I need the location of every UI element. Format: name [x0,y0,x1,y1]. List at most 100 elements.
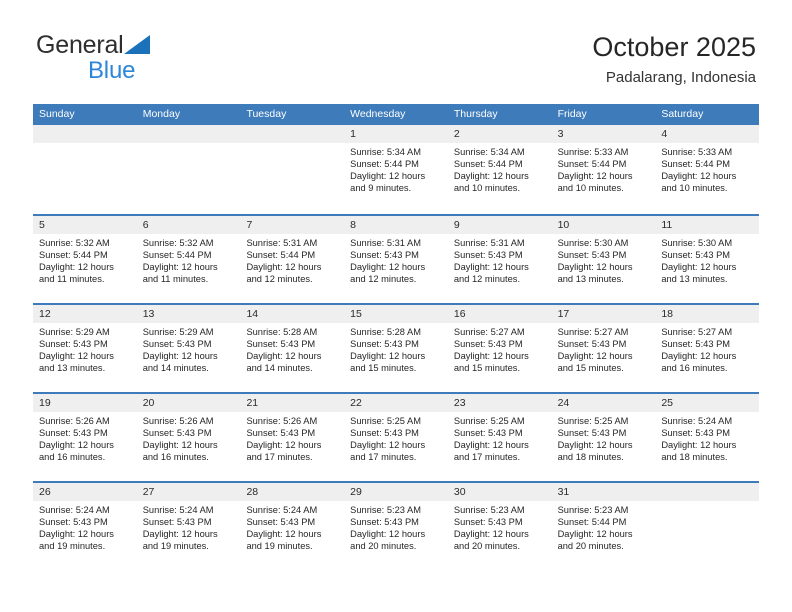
day-info-line: and 19 minutes. [246,540,313,551]
brand-triangle-icon [123,35,150,54]
brand-logo[interactable]: General Blue [36,32,276,83]
day-number: 2 [447,125,552,143]
day-info-line: Daylight: 12 hours [661,439,737,450]
day-info-line: Sunset: 5:43 PM [453,249,523,260]
day-info-line: Sunrise: 5:25 AM [453,416,525,426]
day-sun-info: Sunrise: 5:31 AM Sunset: 5:44 PM Daylight:… [240,234,344,286]
day-info-line: Sunrise: 5:24 AM [246,505,318,515]
day-info-line: Sunset: 5:43 PM [350,249,419,260]
calendar-day-cell[interactable]: 8 Sunrise: 5:31 AM Sunset: 5:43 PM Daylight… [344,216,448,303]
calendar-day-cell[interactable]: 5 Sunrise: 5:32 AM Sunset: 5:44 PM Daylight… [33,216,137,303]
day-info-line: Daylight: 12 hours [661,350,737,361]
calendar-day-cell[interactable]: 22 Sunrise: 5:25 AM Sunset: 5:43 PM Dayligh… [344,394,448,481]
day-number: 3 [551,125,656,143]
day-info-line: Daylight: 12 hours [453,170,529,181]
calendar-day-cell[interactable]: 17 Sunrise: 5:27 AM Sunset: 5:43 PM Dayligh… [551,305,656,392]
calendar-day-cell[interactable]: 26 Sunrise: 5:24 AM Sunset: 5:43 PM Dayligh… [33,483,137,570]
day-number: 5 [33,216,137,234]
brand-logo-top: General [36,32,276,58]
calendar-day-cell[interactable]: 12 Sunrise: 5:29 AM Sunset: 5:43 PM Dayligh… [33,305,137,392]
calendar-day-cell[interactable]: 21 Sunrise: 5:26 AM Sunset: 5:43 PM Dayligh… [240,394,345,481]
day-sun-info: Sunrise: 5:29 AM Sunset: 5:43 PM Daylight:… [33,323,137,375]
calendar-day-cell[interactable]: 3 Sunrise: 5:33 AM Sunset: 5:44 PM Daylight… [551,125,656,214]
day-number: 15 [344,305,448,323]
day-info-line: Sunset: 5:43 PM [350,516,419,527]
day-number: 13 [136,305,241,323]
day-info-line: Daylight: 12 hours [557,350,633,361]
day-info-line: and 15 minutes. [453,362,521,373]
calendar-day-cell[interactable]: 10 Sunrise: 5:30 AM Sunset: 5:43 PM Dayligh… [551,216,656,303]
day-sun-info: Sunrise: 5:32 AM Sunset: 5:44 PM Daylight:… [137,234,241,286]
calendar-day-cell[interactable]: 15 Sunrise: 5:28 AM Sunset: 5:43 PM Dayligh… [344,305,448,392]
calendar-grid: Sunday Monday Tuesday Wednesday Thursday Frid… [33,104,760,570]
title-block: October 2025 Padalarang, Indonesia [592,32,756,88]
day-info-line: and 19 minutes. [39,540,106,551]
day-sun-info: Sunrise: 5:27 AM Sunset: 5:43 PM Daylight:… [655,323,759,375]
day-number: 28 [240,483,345,501]
calendar-day-cell[interactable]: 20 Sunrise: 5:26 AM Sunset: 5:43 PM Dayligh… [136,394,241,481]
day-info-line: Sunrise: 5:27 AM [453,327,525,337]
calendar-day-cell[interactable]: 31 Sunrise: 5:23 AM Sunset: 5:44 PM Dayligh… [551,483,656,570]
day-info-line: Daylight: 12 hours [246,439,322,450]
day-info-line: Daylight: 12 hours [142,528,218,539]
day-info-line: Daylight: 12 hours [246,261,322,272]
day-info-line: Sunset: 5:43 PM [39,427,108,438]
calendar-day-cell[interactable]: 29 Sunrise: 5:23 AM Sunset: 5:43 PM Dayligh… [344,483,448,570]
calendar-day-cell[interactable]: 30 Sunrise: 5:23 AM Sunset: 5:43 PM Dayligh… [447,483,552,570]
day-info-line: Sunset: 5:44 PM [557,516,627,527]
calendar-day-cell[interactable]: 18 Sunrise: 5:27 AM Sunset: 5:43 PM Dayligh… [655,305,760,392]
calendar-day-cell[interactable]: 28 Sunrise: 5:24 AM Sunset: 5:43 PM Dayligh… [240,483,345,570]
day-info-line: Daylight: 12 hours [246,350,322,361]
day-info-line: and 11 minutes. [39,273,105,284]
day-number: 14 [240,305,345,323]
day-info-line: and 15 minutes. [350,362,417,373]
calendar-day-cell[interactable]: 27 Sunrise: 5:24 AM Sunset: 5:43 PM Dayligh… [136,483,241,570]
day-info-line: Daylight: 12 hours [557,261,633,272]
calendar-day-cell[interactable]: 16 Sunrise: 5:27 AM Sunset: 5:43 PM Dayligh… [447,305,552,392]
day-info-line: Sunset: 5:43 PM [557,427,627,438]
calendar-day-cell[interactable]: 1 Sunrise: 5:34 AM Sunset: 5:44 PM Daylight… [344,125,448,214]
weekday-header-thursday: Thursday [453,108,498,120]
day-info-line: Daylight: 12 hours [453,528,529,539]
day-info-line: Sunrise: 5:27 AM [557,327,629,337]
day-info-line: Sunrise: 5:24 AM [142,505,214,515]
calendar-day-cell[interactable]: 4 Sunrise: 5:33 AM Sunset: 5:44 PM Daylight… [655,125,760,214]
calendar-day-cell[interactable]: 19 Sunrise: 5:26 AM Sunset: 5:43 PM Dayligh… [33,394,137,481]
day-info-line: Sunrise: 5:27 AM [661,327,733,337]
day-sun-info: Sunrise: 5:30 AM Sunset: 5:43 PM Daylight:… [655,234,759,286]
calendar-day-cell[interactable]: 2 Sunrise: 5:34 AM Sunset: 5:44 PM Daylight… [447,125,552,214]
day-info-line: Sunset: 5:43 PM [39,516,108,527]
day-info-line: Daylight: 12 hours [246,528,322,539]
day-sun-info: Sunrise: 5:27 AM Sunset: 5:43 PM Daylight:… [552,323,656,375]
calendar-day-cell[interactable]: 13 Sunrise: 5:29 AM Sunset: 5:43 PM Dayligh… [136,305,241,392]
day-number: 12 [33,305,137,323]
day-info-line: Sunset: 5:44 PM [453,158,523,169]
calendar-day-cell[interactable]: 11 Sunrise: 5:30 AM Sunset: 5:43 PM Dayligh… [655,216,760,303]
day-sun-info: Sunrise: 5:25 AM Sunset: 5:43 PM Daylight:… [552,412,656,464]
day-info-line: Sunrise: 5:33 AM [557,147,629,157]
calendar-day-cell[interactable]: 9 Sunrise: 5:31 AM Sunset: 5:43 PM Daylight… [447,216,552,303]
calendar-day-cell[interactable]: 25 Sunrise: 5:24 AM Sunset: 5:43 PM Dayligh… [655,394,760,481]
day-info-line: Sunrise: 5:26 AM [142,416,214,426]
calendar-day-cell[interactable]: 24 Sunrise: 5:25 AM Sunset: 5:43 PM Dayligh… [551,394,656,481]
day-info-line: Daylight: 12 hours [142,261,218,272]
day-info-line: Sunrise: 5:31 AM [350,238,421,248]
day-info-line: and 19 minutes. [142,540,209,551]
day-sun-info: Sunrise: 5:33 AM Sunset: 5:44 PM Daylight:… [655,143,759,195]
calendar-page: General Blue October 2025 Padalarang, In… [0,0,792,612]
day-info-line: Sunrise: 5:32 AM [142,238,214,248]
day-info-line: Sunrise: 5:24 AM [39,505,110,515]
calendar-day-cell[interactable]: 6 Sunrise: 5:32 AM Sunset: 5:44 PM Daylight… [136,216,241,303]
day-info-line: Daylight: 12 hours [350,170,426,181]
weekday-header-monday: Monday [142,108,181,120]
day-info-line: Sunrise: 5:30 AM [557,238,629,248]
calendar-day-cell[interactable]: 23 Sunrise: 5:25 AM Sunset: 5:43 PM Dayligh… [447,394,552,481]
day-info-line: and 11 minutes. [142,273,209,284]
calendar-day-cell[interactable]: 7 Sunrise: 5:31 AM Sunset: 5:44 PM Daylight… [240,216,345,303]
day-info-line: Sunset: 5:43 PM [246,516,316,527]
day-info-line: Sunset: 5:43 PM [142,516,212,527]
day-info-line: and 18 minutes. [557,451,624,462]
calendar-day-cell[interactable]: 14 Sunrise: 5:28 AM Sunset: 5:43 PM Dayligh… [240,305,345,392]
day-sun-info: Sunrise: 5:23 AM Sunset: 5:43 PM Daylight:… [344,501,448,553]
day-sun-info: Sunrise: 5:32 AM Sunset: 5:44 PM Daylight:… [33,234,137,286]
